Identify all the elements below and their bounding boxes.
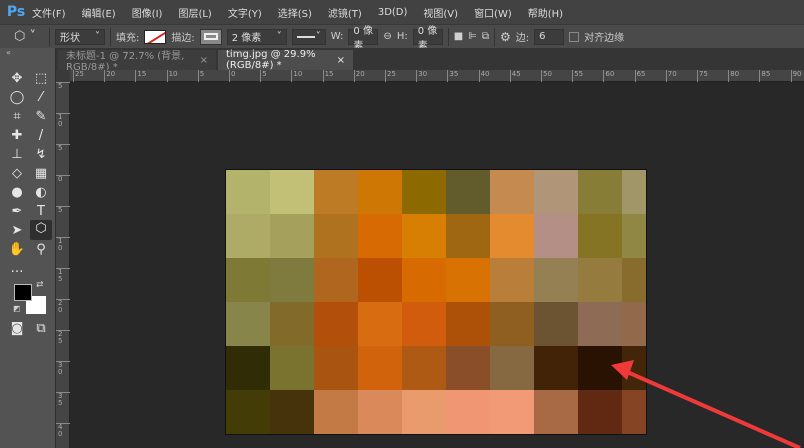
arrow-shaft <box>624 369 801 448</box>
arrow-head <box>611 360 634 380</box>
red-arrow-annotation <box>611 360 801 448</box>
